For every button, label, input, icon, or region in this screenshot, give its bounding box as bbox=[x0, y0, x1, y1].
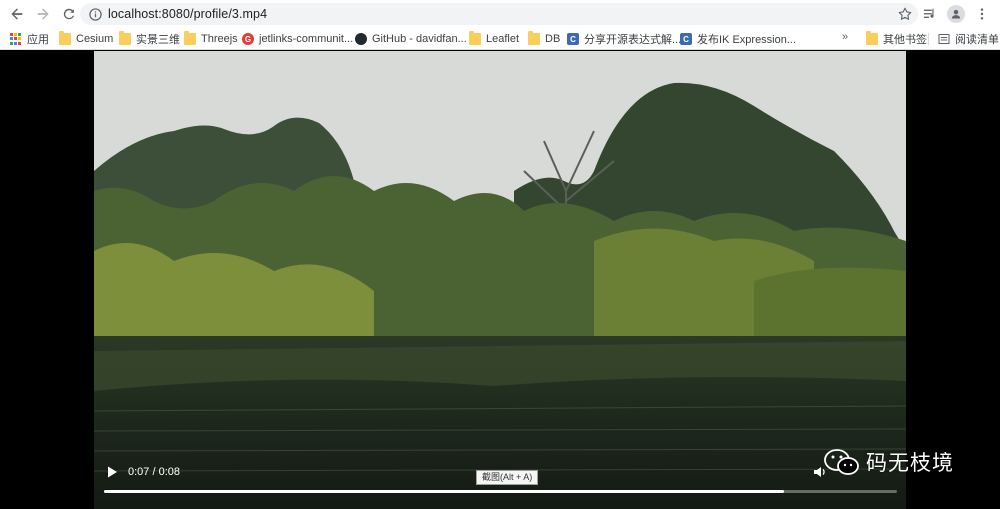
bookmark-star-icon[interactable] bbox=[898, 7, 912, 21]
bookmark-github[interactable]: GitHub - davidfan... bbox=[351, 29, 471, 49]
bookmark-share-expr[interactable]: C 分享开源表达式解... bbox=[563, 29, 685, 49]
bookmark-ik-expression[interactable]: C 发布IK Expression... bbox=[676, 29, 800, 49]
video-frame[interactable] bbox=[94, 51, 906, 509]
bookmark-label: 其他书签 bbox=[883, 34, 927, 46]
bookmark-label: 应用 bbox=[27, 34, 49, 46]
reading-list-icon bbox=[938, 33, 950, 45]
bookmark-cesium[interactable]: Cesium bbox=[55, 29, 117, 49]
media-control-button[interactable] bbox=[918, 2, 942, 26]
progress-bar[interactable] bbox=[104, 490, 897, 493]
bookmark-jetlinks[interactable]: G jetlinks-communit... bbox=[238, 29, 357, 49]
bookmarks-divider bbox=[928, 33, 929, 45]
csdn-icon: C bbox=[567, 33, 579, 45]
screenshot-tooltip: 截图(Alt + A) bbox=[476, 470, 539, 485]
back-button[interactable] bbox=[6, 3, 28, 25]
bookmark-label: jetlinks-communit... bbox=[259, 33, 354, 45]
bookmark-other[interactable]: 其他书签 bbox=[862, 29, 931, 49]
menu-button[interactable] bbox=[970, 2, 994, 26]
bookmark-label: Threejs bbox=[201, 33, 238, 45]
bookmark-label: Cesium bbox=[76, 33, 114, 45]
address-bar[interactable]: localhost:8080/profile/3.mp4 bbox=[80, 3, 918, 25]
playlist-icon bbox=[923, 8, 934, 18]
csdn-icon: C bbox=[680, 33, 692, 45]
github-icon bbox=[355, 33, 367, 45]
reload-button[interactable] bbox=[58, 3, 80, 25]
bookmarks-overflow-button[interactable]: » bbox=[842, 31, 848, 43]
bookmark-threejs[interactable]: Threejs bbox=[180, 29, 242, 49]
video-player: 截图(Alt + A) 0:07 / 0:08 码无枝境 bbox=[0, 51, 1000, 509]
bookmarks-bar: 应用 Cesium 实景三维 Threejs G jetlinks-commun… bbox=[0, 28, 1000, 50]
watermark-text: 码无枝境 bbox=[866, 451, 954, 475]
bookmark-label: Leaflet bbox=[486, 33, 520, 45]
google-icon: G bbox=[242, 33, 254, 45]
arrow-left-icon bbox=[11, 8, 23, 20]
more-vertical-icon bbox=[980, 8, 984, 20]
progress-fill bbox=[104, 490, 784, 493]
bookmark-leaflet[interactable]: Leaflet bbox=[465, 29, 523, 49]
bookmark-label: 阅读清单 bbox=[955, 34, 999, 46]
profile-button[interactable] bbox=[944, 2, 968, 26]
bookmark-label: GitHub - davidfan... bbox=[372, 33, 467, 45]
forward-button[interactable] bbox=[32, 3, 54, 25]
person-icon bbox=[951, 9, 961, 19]
folder-icon bbox=[469, 31, 481, 45]
browser-toolbar: localhost:8080/profile/3.mp4 bbox=[0, 0, 1000, 28]
info-icon[interactable] bbox=[88, 7, 102, 21]
avatar bbox=[947, 5, 965, 23]
apps-icon bbox=[10, 33, 22, 45]
wechat-icon bbox=[824, 449, 859, 475]
bookmark-label: 分享开源表达式解... bbox=[584, 34, 682, 46]
watermark: 码无枝境 bbox=[822, 447, 954, 477]
folder-icon bbox=[184, 31, 196, 45]
folder-icon bbox=[866, 31, 878, 45]
reload-icon bbox=[63, 8, 75, 20]
play-icon bbox=[108, 466, 117, 478]
bookmark-label: DB bbox=[545, 33, 561, 45]
folder-icon bbox=[59, 31, 71, 45]
folder-icon bbox=[119, 31, 131, 45]
bookmark-label: 发布IK Expression... bbox=[697, 34, 797, 46]
url-text[interactable]: localhost:8080/profile/3.mp4 bbox=[108, 7, 267, 21]
toolbar-actions bbox=[918, 0, 1000, 28]
bookmark-label: 实景三维 bbox=[136, 34, 180, 46]
bookmark-db[interactable]: DB bbox=[524, 29, 564, 49]
bookmark-apps[interactable]: 应用 bbox=[6, 29, 53, 49]
folder-icon bbox=[528, 31, 540, 45]
bookmark-shijing[interactable]: 实景三维 bbox=[115, 29, 184, 49]
arrow-right-icon bbox=[37, 8, 49, 20]
play-button[interactable] bbox=[106, 465, 118, 479]
video-scene bbox=[94, 51, 906, 509]
reading-list-button[interactable]: 阅读清单 bbox=[934, 29, 1000, 49]
